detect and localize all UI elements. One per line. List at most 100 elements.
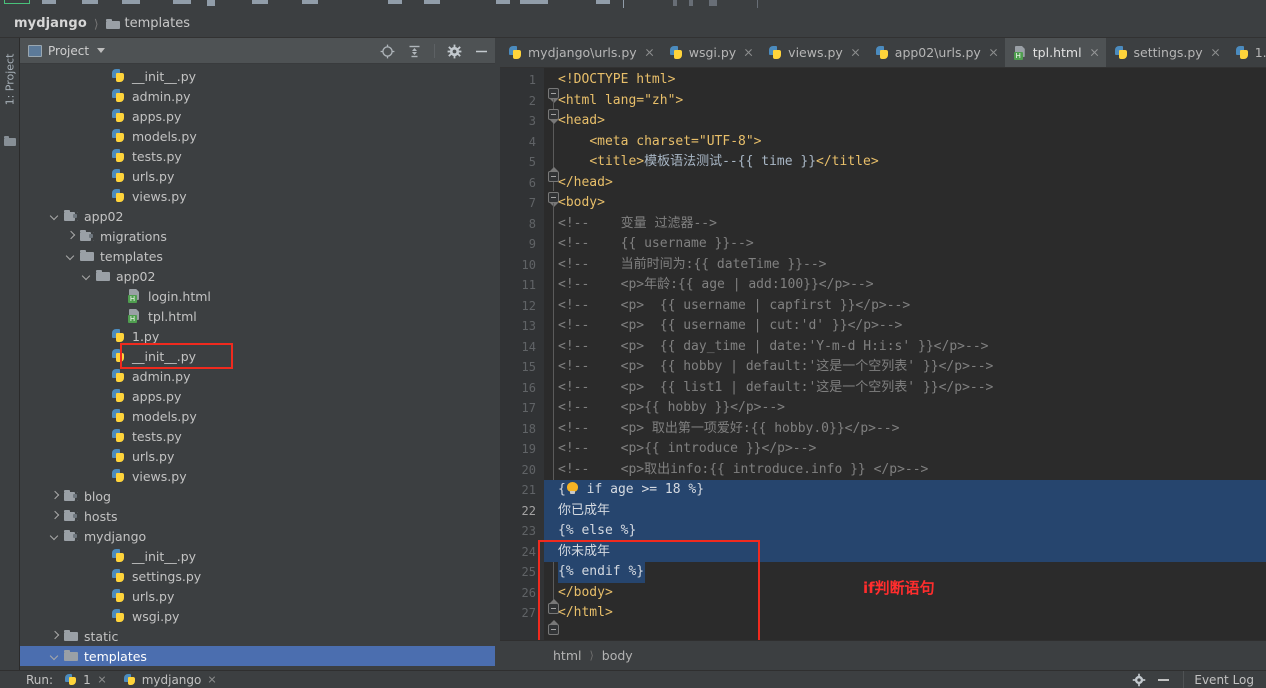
tree-item-templates[interactable]: templates: [20, 246, 495, 266]
code-line-8[interactable]: <!-- 变量 过滤器-->: [558, 214, 717, 235]
breadcrumb-html[interactable]: html: [553, 648, 581, 663]
tree-item-apps-py[interactable]: apps.py: [20, 386, 495, 406]
code-line-1[interactable]: <!DOCTYPE html>: [558, 70, 675, 91]
chevron-down-icon[interactable]: [82, 271, 92, 281]
tree-item-models-py[interactable]: models.py: [20, 406, 495, 426]
close-icon[interactable]: [208, 676, 216, 684]
code-line-4[interactable]: <meta charset="UTF-8">: [558, 132, 761, 153]
close-icon[interactable]: [989, 48, 998, 57]
code-line-25[interactable]: {% endif %}: [558, 562, 644, 583]
code-line-22[interactable]: 你已成年: [558, 501, 610, 522]
tree-item-mydjango[interactable]: mydjango: [20, 526, 495, 546]
tree-item-1-py[interactable]: 1.py: [20, 326, 495, 346]
close-icon[interactable]: [851, 48, 860, 57]
code-line-12[interactable]: <!-- <p> {{ username | capfirst }}</p>--…: [558, 296, 910, 317]
code-line-18[interactable]: <!-- <p> 取出第一项爱好:{{ hobby.0}}</p>-->: [558, 419, 899, 440]
run-tab-mydjango[interactable]: mydjango: [123, 673, 217, 687]
chevron-right-icon[interactable]: [50, 511, 60, 521]
tree-item-tests-py[interactable]: tests.py: [20, 426, 495, 446]
tree-item-urls-py[interactable]: urls.py: [20, 446, 495, 466]
tree-item-settings-py[interactable]: settings.py: [20, 566, 495, 586]
locate-icon[interactable]: [380, 44, 395, 59]
editor-tab-app02-urls-py[interactable]: app02\urls.py: [867, 38, 1005, 67]
tree-item-admin-py[interactable]: admin.py: [20, 86, 495, 106]
code-line-5[interactable]: <title>模板语法测试--{{ time }}</title>: [558, 152, 878, 173]
project-name[interactable]: mydjango: [14, 16, 87, 31]
event-log-button[interactable]: Event Log: [1194, 673, 1254, 687]
chevron-right-icon[interactable]: [50, 631, 60, 641]
tree-item-__init__-py[interactable]: __init__.py: [20, 66, 495, 86]
tree-item-urls-py[interactable]: urls.py: [20, 586, 495, 606]
chevron-down-icon[interactable]: [66, 251, 76, 261]
chevron-down-icon[interactable]: [50, 531, 60, 541]
editor-tab-settings-py[interactable]: settings.py: [1106, 38, 1227, 67]
tree-item-urls-py[interactable]: urls.py: [20, 166, 495, 186]
tree-item-__init__-py[interactable]: __init__.py: [20, 546, 495, 566]
tree-item-tests-py[interactable]: tests.py: [20, 146, 495, 166]
tree-item-login-html[interactable]: login.html: [20, 286, 495, 306]
code-editor[interactable]: 1 2 3 4 5 6 7 8 9 10 11 12 13 14 15 16 17 18 19 20 21 22 23 24 2…: [500, 68, 1266, 640]
gear-icon[interactable]: [447, 44, 462, 59]
intention-bulb-icon[interactable]: [566, 482, 579, 495]
code-line-11[interactable]: <!-- <p>年龄:{{ age | add:100}}</p>-->: [558, 275, 874, 296]
code-line-20[interactable]: <!-- <p>取出info:{{ introduce.info }} </p>…: [558, 460, 928, 481]
minimize-icon[interactable]: [1158, 679, 1170, 681]
structure-folder-icon[interactable]: [4, 136, 16, 146]
editor-tab-wsgi-py[interactable]: wsgi.py: [661, 38, 760, 67]
tree-item-static[interactable]: static: [20, 626, 495, 646]
chevron-right-icon[interactable]: [50, 491, 60, 501]
menu-bar[interactable]: [0, 0, 1266, 10]
code-line-13[interactable]: <!-- <p> {{ username | cut:'d' }}</p>-->: [558, 316, 902, 337]
code-line-10[interactable]: <!-- 当前时间为:{{ dateTime }}-->: [558, 255, 827, 276]
editor-breadcrumb[interactable]: html ⟩ body: [500, 640, 1266, 670]
tree-item-hosts[interactable]: hosts: [20, 506, 495, 526]
editor-tab-views-py[interactable]: views.py: [760, 38, 867, 67]
run-tab-1[interactable]: 1: [65, 673, 106, 687]
minimize-icon[interactable]: [474, 44, 489, 59]
tree-item-models-py[interactable]: models.py: [20, 126, 495, 146]
project-panel-label[interactable]: Project: [48, 44, 89, 58]
code-line-17[interactable]: <!-- <p>{{ hobby }}</p>-->: [558, 398, 785, 419]
breadcrumb-body[interactable]: body: [602, 648, 633, 663]
code-line-27[interactable]: </html>: [558, 603, 613, 624]
gear-icon[interactable]: [1132, 673, 1146, 687]
editor-tab-tpl-html[interactable]: tpl.html: [1004, 38, 1106, 67]
tree-item-wsgi-py[interactable]: wsgi.py: [20, 606, 495, 626]
chevron-down-icon[interactable]: [50, 651, 60, 661]
code-line-15[interactable]: <!-- <p> {{ hobby | default:'这是一个空列表' }}…: [558, 357, 993, 378]
breadcrumb-folder[interactable]: templates: [125, 16, 190, 31]
tree-item-tpl-html[interactable]: tpl.html: [20, 306, 495, 326]
code-line-2[interactable]: <html lang="zh">: [558, 91, 683, 112]
close-icon[interactable]: [98, 676, 106, 684]
collapse-all-icon[interactable]: [407, 44, 422, 59]
editor-tab-1-py[interactable]: 1.py: [1227, 38, 1266, 67]
close-icon[interactable]: [645, 48, 654, 57]
code-text[interactable]: <!DOCTYPE html> <html lang="zh"> <head> <m…: [500, 68, 1266, 640]
code-line-26[interactable]: </body>: [558, 583, 613, 604]
tree-item-migrations[interactable]: migrations: [20, 226, 495, 246]
tree-item-views-py[interactable]: views.py: [20, 466, 495, 486]
chevron-down-icon[interactable]: [50, 211, 60, 221]
code-line-6[interactable]: </head>: [558, 173, 613, 194]
tool-window-button-project[interactable]: 1: Project: [4, 43, 17, 117]
close-icon[interactable]: [744, 48, 753, 57]
close-icon[interactable]: [1090, 48, 1099, 57]
project-file-tree[interactable]: __init__.py admin.py apps.py models.py tests…: [20, 64, 495, 670]
code-line-23[interactable]: {% else %}: [558, 521, 636, 542]
code-line-3[interactable]: <head>: [558, 111, 605, 132]
code-line-9[interactable]: <!-- {{ username }}-->: [558, 234, 754, 255]
tree-item-app02[interactable]: app02: [20, 206, 495, 226]
editor-tab-bar[interactable]: mydjango\urls.py wsgi.py views.py app02\url…: [500, 38, 1266, 68]
code-line-21[interactable]: { if age >= 18 %}: [558, 480, 704, 501]
tree-item-views-py[interactable]: views.py: [20, 186, 495, 206]
chevron-right-icon[interactable]: [66, 231, 76, 241]
code-line-7[interactable]: <body>: [558, 193, 605, 214]
code-line-24[interactable]: 你未成年: [558, 542, 610, 563]
chevron-down-icon[interactable]: [97, 48, 106, 53]
tree-item-admin-py[interactable]: admin.py: [20, 366, 495, 386]
editor-tab-mydjango-urls-py[interactable]: mydjango\urls.py: [500, 38, 661, 67]
tree-item-apps-py[interactable]: apps.py: [20, 106, 495, 126]
tree-item-templates[interactable]: templates: [20, 646, 495, 666]
code-line-14[interactable]: <!-- <p> {{ day_time | date:'Y-m-d H:i:s…: [558, 337, 988, 358]
tree-item-app02[interactable]: app02: [20, 266, 495, 286]
